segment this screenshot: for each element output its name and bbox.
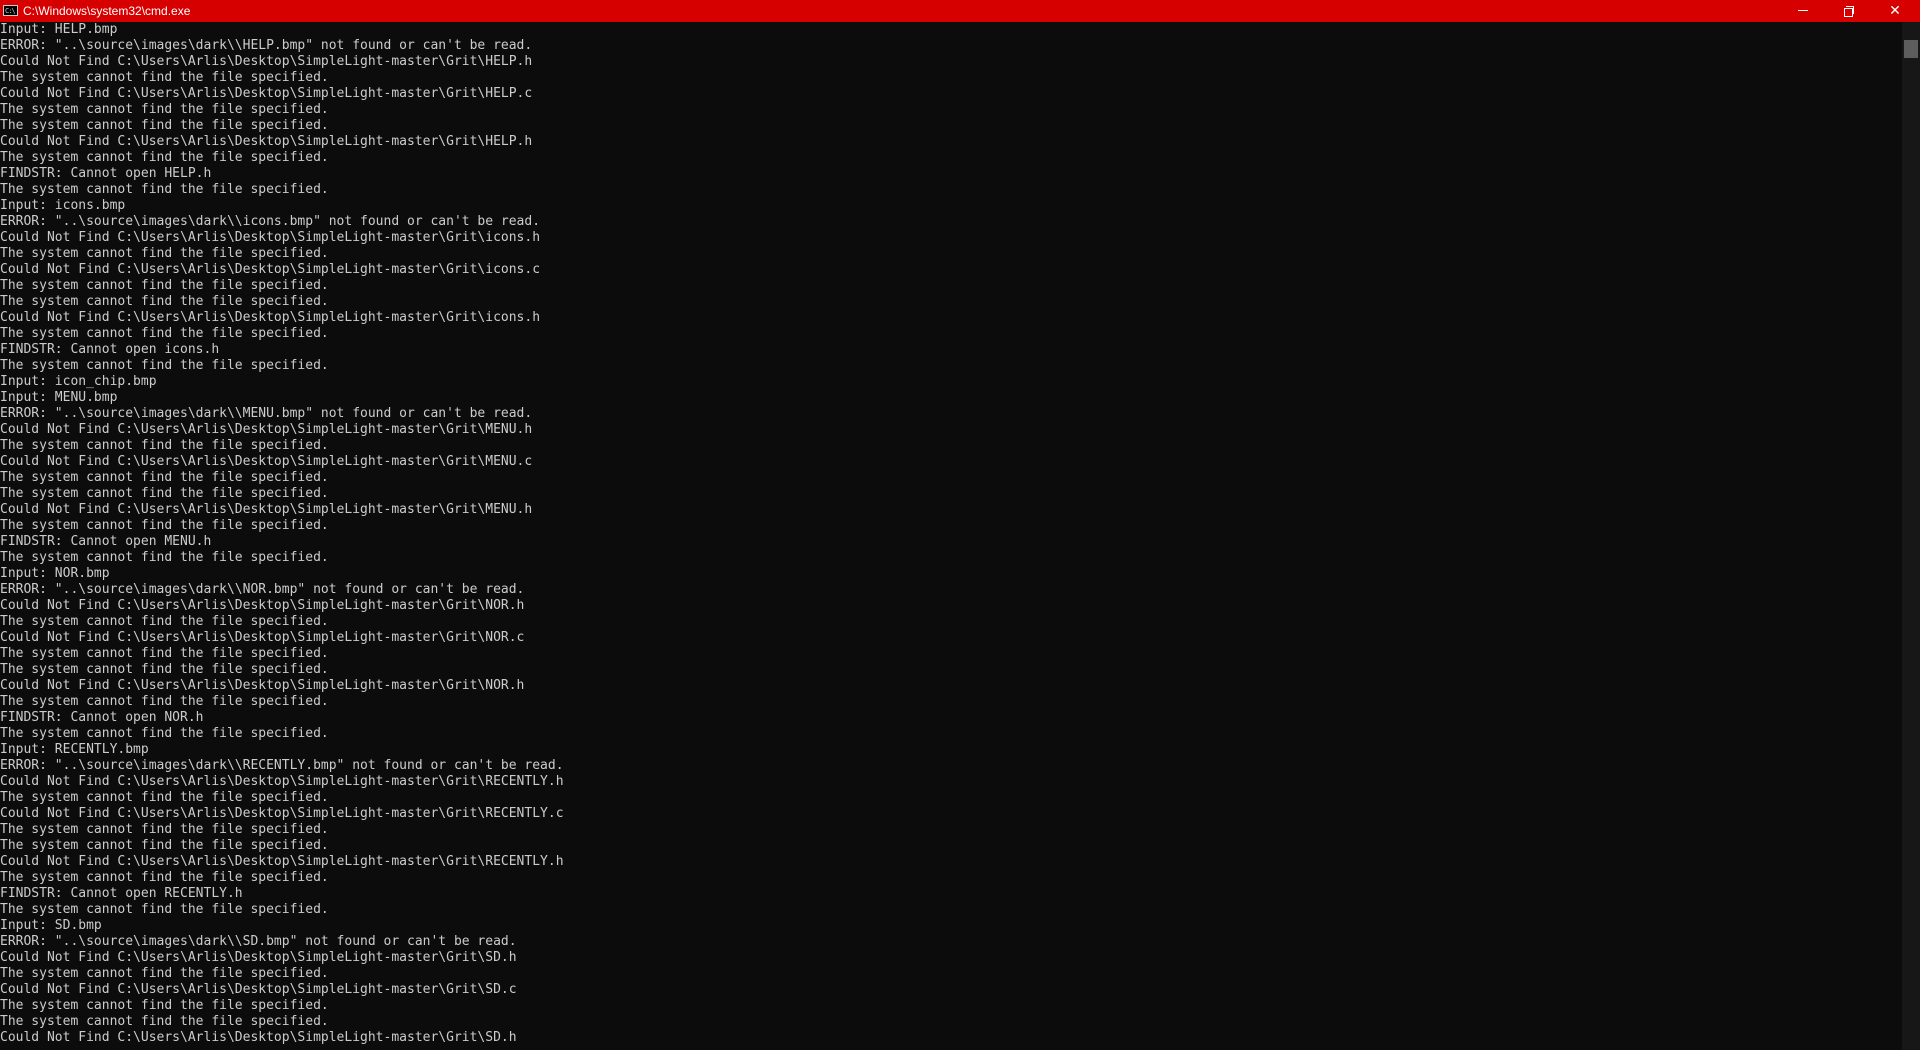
console-line: Could Not Find C:\Users\Arlis\Desktop\Si… <box>0 630 525 645</box>
console-line: Input: RECENTLY.bmp <box>0 742 149 757</box>
title-bar[interactable]: C:\ C:\Windows\system32\cmd.exe ✕ <box>0 0 1920 22</box>
console-line: Input: icons.bmp <box>0 198 126 213</box>
console-line: The system cannot find the file specifie… <box>0 70 329 85</box>
console-line: The system cannot find the file specifie… <box>0 838 329 853</box>
console-line: The system cannot find the file specifie… <box>0 822 329 837</box>
console-line: The system cannot find the file specifie… <box>0 518 329 533</box>
console-line: Could Not Find C:\Users\Arlis\Desktop\Si… <box>0 774 564 789</box>
console-line: The system cannot find the file specifie… <box>0 150 329 165</box>
console-line: Could Not Find C:\Users\Arlis\Desktop\Si… <box>0 454 533 469</box>
console-line: The system cannot find the file specifie… <box>0 358 329 373</box>
console-line: The system cannot find the file specifie… <box>0 662 329 677</box>
console-line: ERROR: "..\source\images\dark\\HELP.bmp"… <box>0 38 533 53</box>
console-line: The system cannot find the file specifie… <box>0 486 329 501</box>
console-output[interactable]: Input: HELP.bmp ERROR: "..\source\images\… <box>0 22 1902 1050</box>
console-line: Could Not Find C:\Users\Arlis\Desktop\Si… <box>0 502 533 517</box>
console-line: The system cannot find the file specifie… <box>0 694 329 709</box>
console-line: Could Not Find C:\Users\Arlis\Desktop\Si… <box>0 86 533 101</box>
console-line: Could Not Find C:\Users\Arlis\Desktop\Si… <box>0 982 517 997</box>
console-line: FINDSTR: Cannot open icons.h <box>0 342 220 357</box>
console-line: Could Not Find C:\Users\Arlis\Desktop\Si… <box>0 54 533 69</box>
console-line: Input: icon_chip.bmp <box>0 374 157 389</box>
console-line: The system cannot find the file specifie… <box>0 614 329 629</box>
console-line: Could Not Find C:\Users\Arlis\Desktop\Si… <box>0 598 525 613</box>
console-line: Could Not Find C:\Users\Arlis\Desktop\Si… <box>0 854 564 869</box>
console-line: FINDSTR: Cannot open RECENTLY.h <box>0 886 243 901</box>
vertical-scrollbar[interactable] <box>1902 22 1920 1050</box>
cmd-app-icon: C:\ <box>3 5 18 16</box>
cmd-app-icon-glyph: C:\ <box>5 7 16 15</box>
console-line: The system cannot find the file specifie… <box>0 278 329 293</box>
console-line: Input: MENU.bmp <box>0 390 118 405</box>
console-line: ERROR: "..\source\images\dark\\SD.bmp" n… <box>0 934 517 949</box>
console-line: FINDSTR: Cannot open MENU.h <box>0 534 212 549</box>
console-line: The system cannot find the file specifie… <box>0 870 329 885</box>
console-line: Could Not Find C:\Users\Arlis\Desktop\Si… <box>0 1030 517 1045</box>
console-line: Could Not Find C:\Users\Arlis\Desktop\Si… <box>0 422 533 437</box>
console-line: The system cannot find the file specifie… <box>0 118 329 133</box>
console-line: The system cannot find the file specifie… <box>0 294 329 309</box>
console-line: Could Not Find C:\Users\Arlis\Desktop\Si… <box>0 806 564 821</box>
console-line: The system cannot find the file specifie… <box>0 326 329 341</box>
console-line: The system cannot find the file specifie… <box>0 902 329 917</box>
console-line: ERROR: "..\source\images\dark\\MENU.bmp"… <box>0 406 533 421</box>
console-line: ERROR: "..\source\images\dark\\RECENTLY.… <box>0 758 564 773</box>
console-line: FINDSTR: Cannot open NOR.h <box>0 710 204 725</box>
console-line: Could Not Find C:\Users\Arlis\Desktop\Si… <box>0 678 525 693</box>
console-line: The system cannot find the file specifie… <box>0 646 329 661</box>
console-line: Could Not Find C:\Users\Arlis\Desktop\Si… <box>0 950 517 965</box>
console-line: ERROR: "..\source\images\dark\\NOR.bmp" … <box>0 582 525 597</box>
console-line: ERROR: "..\source\images\dark\\icons.bmp… <box>0 214 541 229</box>
window-title: C:\Windows\system32\cmd.exe <box>23 4 191 18</box>
console-line: Input: HELP.bmp <box>0 22 118 37</box>
console-line: Could Not Find C:\Users\Arlis\Desktop\Si… <box>0 310 541 325</box>
console-line: Input: NOR.bmp <box>0 566 110 581</box>
console-line: The system cannot find the file specifie… <box>0 550 329 565</box>
close-icon: ✕ <box>1889 3 1901 19</box>
console-line: The system cannot find the file specifie… <box>0 246 329 261</box>
console-line: The system cannot find the file specifie… <box>0 102 329 117</box>
console-line: The system cannot find the file specifie… <box>0 438 329 453</box>
console-line: FINDSTR: Cannot open HELP.h <box>0 166 212 181</box>
console-line: The system cannot find the file specifie… <box>0 470 329 485</box>
console-line: The system cannot find the file specifie… <box>0 998 329 1013</box>
console-line: The system cannot find the file specifie… <box>0 1014 329 1029</box>
cmd-window: C:\ C:\Windows\system32\cmd.exe ✕ Input:… <box>0 0 1920 1050</box>
restore-button[interactable] <box>1826 0 1872 22</box>
console-line: The system cannot find the file specifie… <box>0 182 329 197</box>
close-button[interactable]: ✕ <box>1872 0 1918 22</box>
minimize-button[interactable] <box>1780 0 1826 22</box>
scrollbar-thumb[interactable] <box>1904 40 1918 58</box>
console-line: The system cannot find the file specifie… <box>0 726 329 741</box>
console-line: Could Not Find C:\Users\Arlis\Desktop\Si… <box>0 134 533 149</box>
console-line: Input: SD.bmp <box>0 918 102 933</box>
console-line: The system cannot find the file specifie… <box>0 790 329 805</box>
console-line: Could Not Find C:\Users\Arlis\Desktop\Si… <box>0 262 541 277</box>
minimize-icon <box>1798 10 1808 11</box>
console-line: The system cannot find the file specifie… <box>0 966 329 981</box>
console-line: Could Not Find C:\Users\Arlis\Desktop\Si… <box>0 230 541 245</box>
